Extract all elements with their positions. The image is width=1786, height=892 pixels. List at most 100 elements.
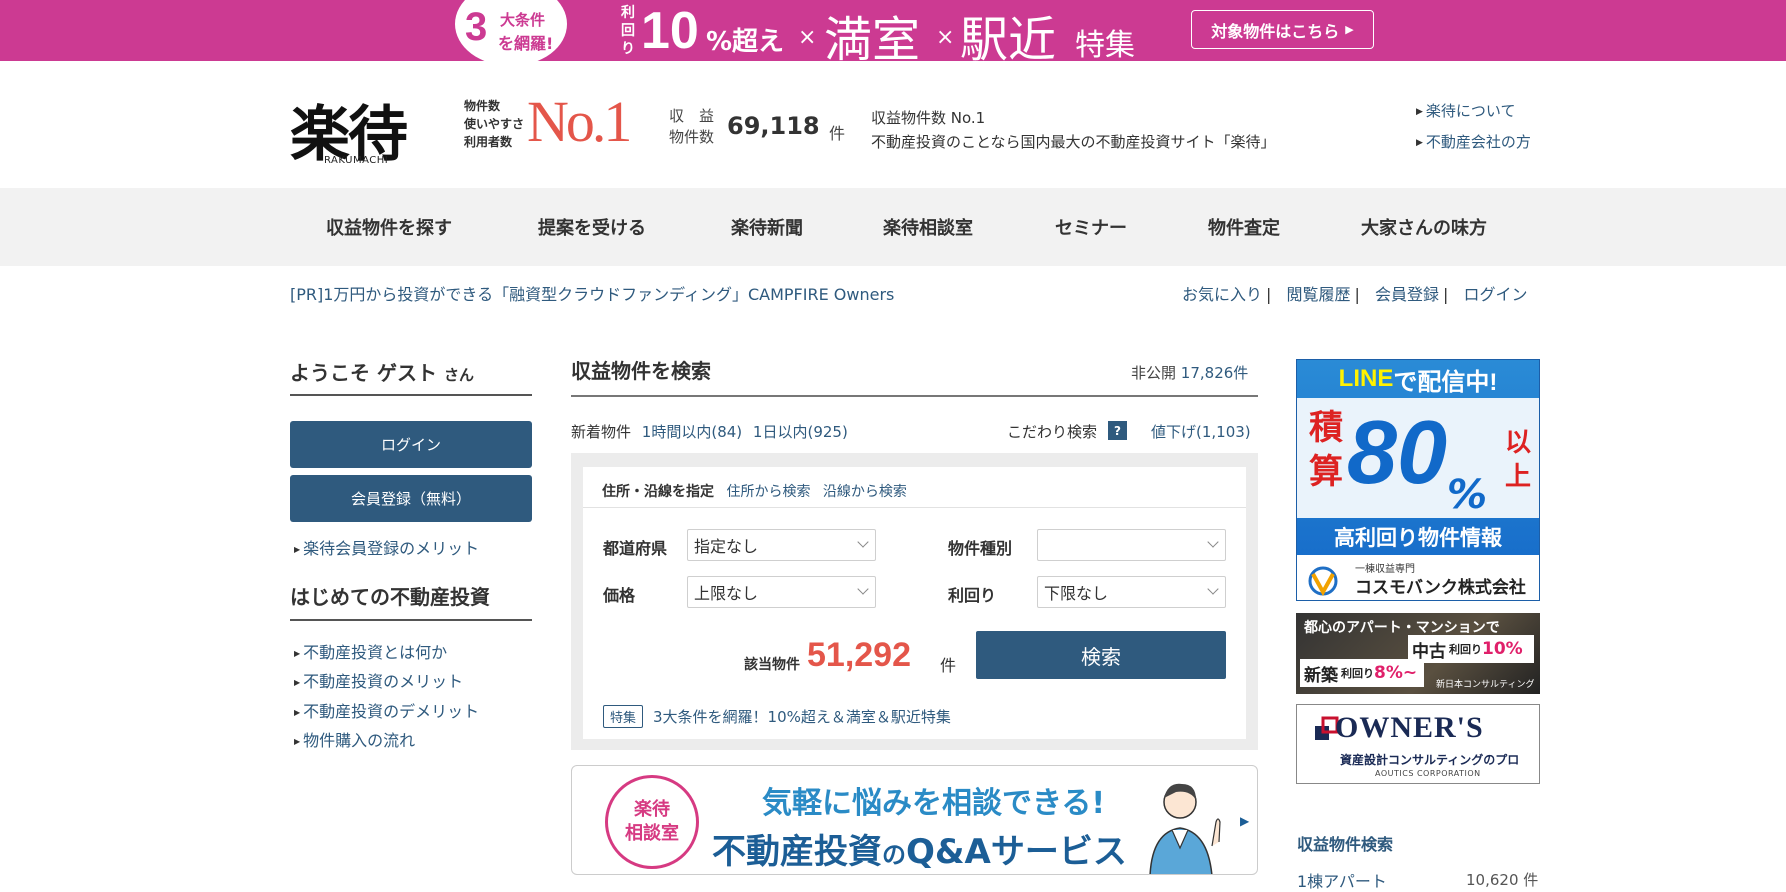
ad-estimate-label: 積算 — [1309, 408, 1343, 492]
hit-count: 51,292 — [807, 636, 911, 674]
qa-title-part: 不動産投資 — [712, 832, 882, 872]
new-1d-link[interactable]: 1日以内(925) — [753, 423, 848, 441]
ad2-yield-label: 利回り — [1449, 643, 1482, 656]
banner-target-button[interactable]: 対象物件はこちら ▶ — [1191, 10, 1374, 49]
beginner-link-flow[interactable]: ▶ 物件購入の流れ — [294, 727, 415, 751]
advanced-search-link[interactable]: こだわり検索 — [1007, 421, 1097, 442]
private-count[interactable]: 非公開 17,826件 — [1131, 362, 1248, 383]
nav-landlord[interactable]: 大家さんの味方 — [1361, 214, 1487, 240]
line-text: LINE — [1338, 365, 1394, 392]
realtor-link[interactable]: ▶ 不動産会社の方 — [1416, 131, 1531, 152]
login-button[interactable]: ログイン — [290, 421, 532, 468]
ad-percent-number: 80 — [1347, 403, 1448, 503]
history-link[interactable]: 閲覧履歴 — [1287, 285, 1351, 304]
line-delivery-heading: LINE で配信中! — [1297, 360, 1539, 398]
caret-right-icon: ▶ — [294, 708, 301, 717]
beginner-link-what[interactable]: ▶ 不動産投資とは何か — [294, 639, 447, 663]
pr-link[interactable]: [PR]1万円から投資ができる「融資型クラウドファンディング」CAMPFIRE … — [290, 281, 894, 305]
banner-feature: 特集 — [1075, 28, 1135, 61]
tab-address-line[interactable]: 住所・沿線を指定 — [602, 484, 714, 500]
owners-company: AOUTICS CORPORATION — [1375, 769, 1481, 778]
consultation-badge: 楽待 相談室 — [605, 775, 699, 869]
nav-search-properties[interactable]: 収益物件を探す — [326, 214, 452, 240]
cosmobank-ad[interactable]: LINE で配信中! 積算 80 % 以上 高利回り物件情報 一棟収益専門 コスモ… — [1296, 359, 1540, 601]
divider: | — [1443, 285, 1449, 304]
login-link[interactable]: ログイン — [1464, 285, 1528, 304]
shin-nihon-ad[interactable]: 都心のアパート・マンションで 中古 利回り 10% 新築 利回り 8%~ 新日本コンサル… — [1296, 613, 1540, 694]
feature-tag: 特集 — [603, 705, 644, 728]
register-button[interactable]: 会員登録（無料） — [290, 475, 532, 522]
nav-seminar[interactable]: セミナー — [1055, 214, 1127, 240]
qa-service-banner[interactable]: 楽待 相談室 気軽に悩みを相談できる! 不動産投資のQ&Aサービス ▶ — [571, 765, 1258, 875]
search-button[interactable]: 検索 — [976, 631, 1226, 679]
tab-address[interactable]: 住所から検索 — [726, 484, 810, 500]
owners-logo-text: OWNER'S — [1335, 711, 1484, 744]
prefecture-select[interactable]: 指定なし — [687, 529, 876, 561]
beginner-link-label: 不動産投資とは何か — [303, 643, 448, 662]
member-merit-label: 楽待会員登録のメリット — [303, 539, 480, 558]
person-illustration — [1149, 783, 1221, 874]
header-description: 不動産投資のことなら国内最大の不動産投資サイト「楽待」 — [871, 133, 1276, 151]
beginner-heading: はじめての不動産投資 — [290, 581, 532, 621]
banner-percent-over: %超え — [706, 27, 785, 57]
welcome-text: ようこそ ゲスト — [290, 361, 437, 385]
no1-badge: No.1 — [527, 89, 632, 154]
private-count-label: 非公開 — [1131, 364, 1177, 382]
tab-line[interactable]: 沿線から検索 — [823, 484, 907, 500]
ad-percent-sign: % — [1447, 472, 1488, 518]
chevron-down-icon — [857, 536, 869, 548]
consultation-badge-line: 相談室 — [625, 823, 679, 844]
beginner-link-demerit[interactable]: ▶ 不動産投資のデメリット — [294, 698, 479, 722]
new-1h-link[interactable]: 1時間以内(84) — [642, 423, 742, 441]
hit-count-unit: 件 — [940, 656, 957, 675]
delivery-text: で配信中! — [1393, 368, 1498, 396]
property-count-unit: 件 — [829, 124, 846, 143]
top-banner[interactable]: 3 大条件 を網羅! 利回り 10 %超え × 満室 × 駅近 特集 対象物件は… — [0, 0, 1786, 61]
property-type-label: 物件種別 — [948, 539, 1013, 558]
member-merit-link[interactable]: ▶ 楽待会員登録のメリット — [294, 535, 479, 559]
ad2-used-yield: 10% — [1482, 639, 1523, 659]
caret-right-icon: ▶ — [1416, 107, 1423, 117]
nav-consultation[interactable]: 楽待相談室 — [883, 214, 973, 240]
ad-over-label: 以上 — [1505, 428, 1532, 492]
register-link[interactable]: 会員登録 — [1375, 285, 1439, 304]
feature-link[interactable]: 3大条件を網羅！10%超え＆満室＆駅近特集 — [653, 706, 951, 727]
apartment-link[interactable]: 1棟アパート — [1297, 868, 1387, 892]
nav-news[interactable]: 楽待新聞 — [731, 214, 803, 240]
price-select[interactable]: 上限なし — [687, 576, 876, 608]
user-links: お気に入り | 閲覧履歴 | 会員登録 | ログイン — [1182, 281, 1528, 305]
yield-select[interactable]: 下限なし — [1037, 576, 1226, 608]
help-icon[interactable]: ? — [1108, 421, 1127, 440]
no1-criteria-item: 使いやすさ — [464, 117, 525, 131]
property-count-label: 収 益 物件数 — [669, 106, 714, 148]
caret-right-icon: ▶ — [294, 649, 301, 658]
owners-ad[interactable]: OWNER'S 資産設計コンサルティングのプロ AOUTICS CORPORAT… — [1296, 704, 1540, 784]
banner-ten: 10 — [641, 2, 699, 60]
beginner-link-merit[interactable]: ▶ 不動産投資のメリット — [294, 668, 463, 692]
divider — [583, 507, 1246, 508]
banner-times-2: × — [936, 25, 955, 50]
cosmobank-logo-icon — [1308, 566, 1338, 596]
nav-receive-proposals[interactable]: 提案を受ける — [538, 214, 646, 240]
chevron-down-icon — [857, 583, 869, 595]
property-type-select[interactable] — [1037, 529, 1226, 561]
yield-value: 下限なし — [1044, 584, 1109, 603]
favorites-link[interactable]: お気に入り — [1182, 285, 1262, 304]
caret-right-icon: ▶ — [1345, 23, 1354, 36]
nav-appraisal[interactable]: 物件査定 — [1208, 214, 1280, 240]
ad-high-yield: 高利回り物件情報 — [1334, 526, 1502, 550]
price-down-link[interactable]: 値下げ(1,103) — [1151, 421, 1251, 442]
about-link[interactable]: ▶ 楽待について — [1416, 100, 1515, 121]
ad2-used: 中古 利回り 10% — [1408, 635, 1534, 663]
owners-tagline: 資産設計コンサルティングのプロ — [1340, 753, 1520, 767]
main-nav: 収益物件を探す 提案を受ける 楽待新聞 楽待相談室 セミナー 物件査定 大家さん… — [0, 188, 1786, 266]
caret-right-icon: ▶ — [294, 678, 301, 687]
welcome-suffix: さん — [443, 366, 474, 384]
qa-title-part: Q&Aサービス — [906, 832, 1127, 872]
banner-circle-line2: を網羅! — [498, 34, 554, 53]
price-value: 上限なし — [694, 584, 759, 603]
ad2-used-label: 中古 — [1412, 641, 1446, 662]
property-count-label-line: 物件数 — [669, 128, 715, 146]
yield-label: 利回り — [948, 586, 997, 605]
chevron-down-icon — [1207, 536, 1219, 548]
